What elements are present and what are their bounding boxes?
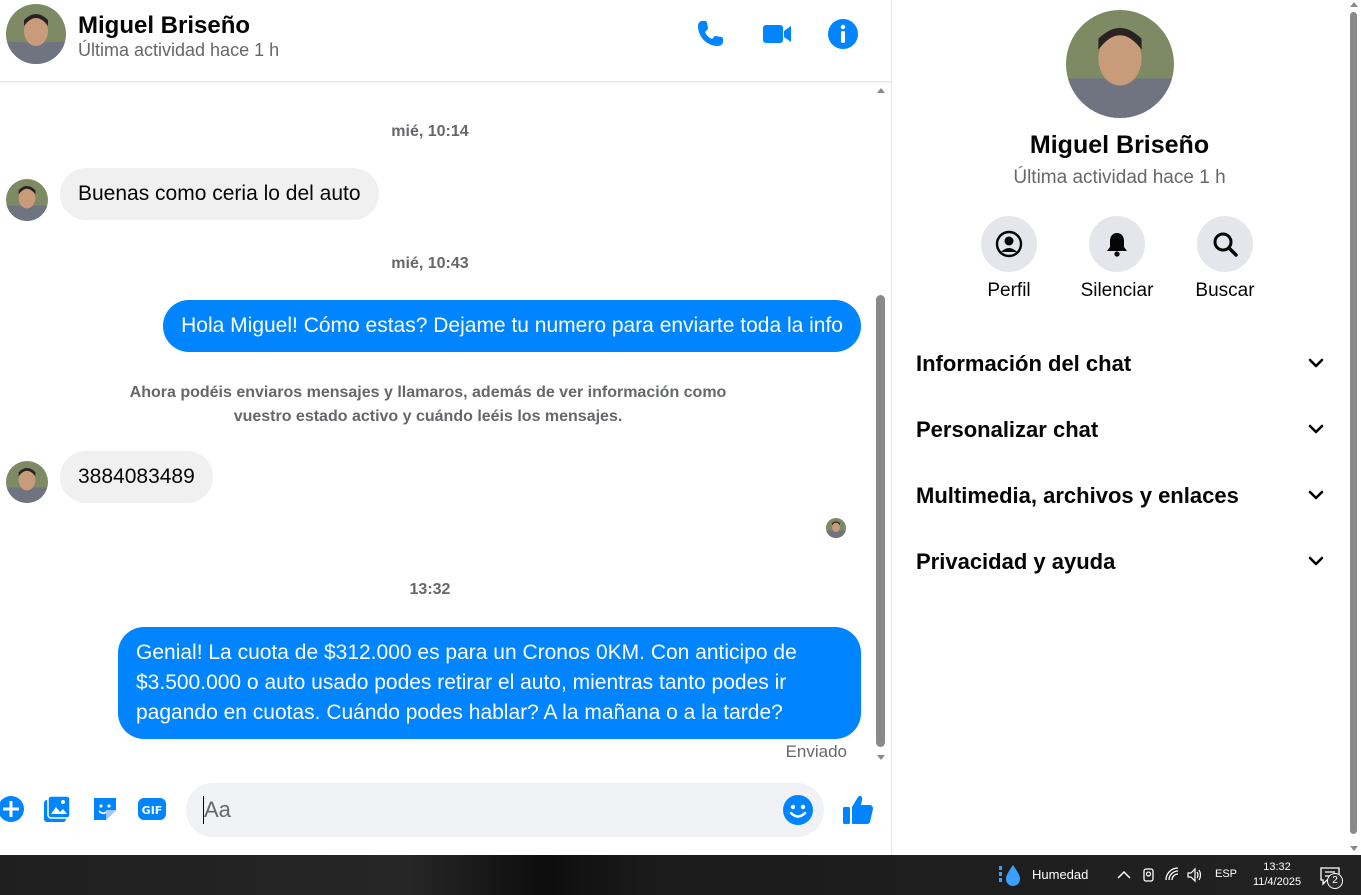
windows-taskbar: Humedad ESP 13:32 11/4/2025 2 xyxy=(0,855,1361,895)
like-icon[interactable] xyxy=(840,792,876,828)
action-label: Silenciar xyxy=(1080,280,1154,301)
section-label: Información del chat xyxy=(916,351,1132,376)
emoji-icon[interactable] xyxy=(782,794,814,826)
chevron-up-icon[interactable] xyxy=(1115,866,1133,884)
incoming-message[interactable]: 3884083489 xyxy=(60,451,213,503)
humidity-icon[interactable] xyxy=(998,863,1022,887)
incoming-message[interactable]: Buenas como ceria lo del auto xyxy=(60,168,379,220)
chevron-down-icon xyxy=(1308,556,1324,566)
section-privacy-help[interactable]: Privacidad y ayuda xyxy=(916,539,1326,583)
contact-name: Miguel Briseño xyxy=(1029,131,1210,159)
section-customize-chat[interactable]: Personalizar chat xyxy=(916,407,1326,451)
timestamp-separator: 13:32 xyxy=(409,581,451,598)
info-icon[interactable] xyxy=(825,16,861,52)
clock-date: 11/4/2025 xyxy=(1252,876,1302,888)
sent-status: Enviado xyxy=(785,742,847,761)
scroll-down-arrow[interactable] xyxy=(1350,846,1358,851)
mute-button[interactable]: Silenciar xyxy=(1067,216,1167,302)
chat-header: Miguel Briseño Última actividad hace 1 h xyxy=(0,0,891,82)
section-label: Privacidad y ayuda xyxy=(916,549,1116,574)
avatar[interactable] xyxy=(6,179,48,221)
page-scrollbar[interactable] xyxy=(1347,0,1361,855)
weather-label[interactable]: Humedad xyxy=(1032,867,1088,882)
chevron-down-icon xyxy=(1308,424,1324,434)
wifi-icon[interactable] xyxy=(1164,866,1182,884)
action-label: Perfil xyxy=(987,280,1031,301)
message-list[interactable]: mié, 10:14 Buenas como ceria lo del auto… xyxy=(0,83,873,768)
action-label: Buscar xyxy=(1195,280,1255,301)
section-label: Multimedia, archivos y enlaces xyxy=(916,483,1239,508)
last-active-status: Última actividad hace 1 h xyxy=(1013,167,1226,188)
avatar[interactable] xyxy=(6,461,48,503)
avatar[interactable] xyxy=(6,4,66,64)
scroll-up-arrow[interactable] xyxy=(1350,2,1358,7)
contact-name[interactable]: Miguel Briseño xyxy=(78,12,250,40)
section-label: Personalizar chat xyxy=(916,417,1099,442)
avatar[interactable] xyxy=(1066,10,1174,118)
chevron-down-icon xyxy=(1308,490,1324,500)
text-caret xyxy=(203,796,204,824)
search-icon xyxy=(1213,232,1238,257)
message-input[interactable] xyxy=(186,783,824,837)
chat-scrollbar[interactable] xyxy=(873,83,889,768)
notification-count-badge: 2 xyxy=(1327,873,1343,889)
scrollbar-thumb[interactable] xyxy=(876,295,885,747)
phone-icon[interactable] xyxy=(692,16,728,52)
message-composer: GIF xyxy=(0,776,891,846)
photo-icon[interactable] xyxy=(42,794,72,824)
sticker-icon[interactable] xyxy=(90,794,120,824)
chevron-down-icon xyxy=(1308,358,1324,368)
timestamp-separator: mié, 10:43 xyxy=(391,255,469,272)
scroll-up-arrow[interactable] xyxy=(877,88,885,93)
plus-icon[interactable] xyxy=(0,794,26,824)
chat-info-panel: Miguel Briseño Última actividad hace 1 h… xyxy=(892,0,1347,855)
seen-indicator-avatar xyxy=(826,518,846,538)
clock-time: 13:32 xyxy=(1263,861,1291,873)
volume-icon[interactable] xyxy=(1186,866,1204,884)
last-active-status: Última actividad hace 1 h xyxy=(78,40,280,60)
video-icon[interactable] xyxy=(759,16,795,52)
timestamp-separator: mié, 10:14 xyxy=(391,123,469,140)
chat-window: Miguel Briseño Última actividad hace 1 h… xyxy=(0,0,891,855)
meet-now-icon[interactable] xyxy=(1140,866,1158,884)
section-media-files-links[interactable]: Multimedia, archivos y enlaces xyxy=(916,473,1326,517)
system-notice: Ahora podéis enviaros mensajes y llamaro… xyxy=(129,384,727,425)
scrollbar-thumb[interactable] xyxy=(1350,12,1357,834)
language-indicator[interactable]: ESP xyxy=(1215,868,1237,880)
scroll-down-arrow[interactable] xyxy=(877,755,885,760)
bell-icon xyxy=(1107,233,1127,257)
search-button[interactable]: Buscar xyxy=(1175,216,1275,302)
outgoing-message[interactable]: Genial! La cuota de $312.000 es para un … xyxy=(118,627,861,739)
profile-button[interactable]: Perfil xyxy=(959,216,1059,302)
section-chat-info[interactable]: Información del chat xyxy=(916,341,1326,385)
gif-icon[interactable]: GIF xyxy=(137,794,167,824)
profile-icon xyxy=(995,230,1023,258)
outgoing-message[interactable]: Hola Miguel! Cómo estas? Dejame tu numer… xyxy=(163,300,861,352)
svg-text:GIF: GIF xyxy=(142,804,163,817)
clock[interactable]: 13:32 11/4/2025 xyxy=(1249,860,1305,890)
